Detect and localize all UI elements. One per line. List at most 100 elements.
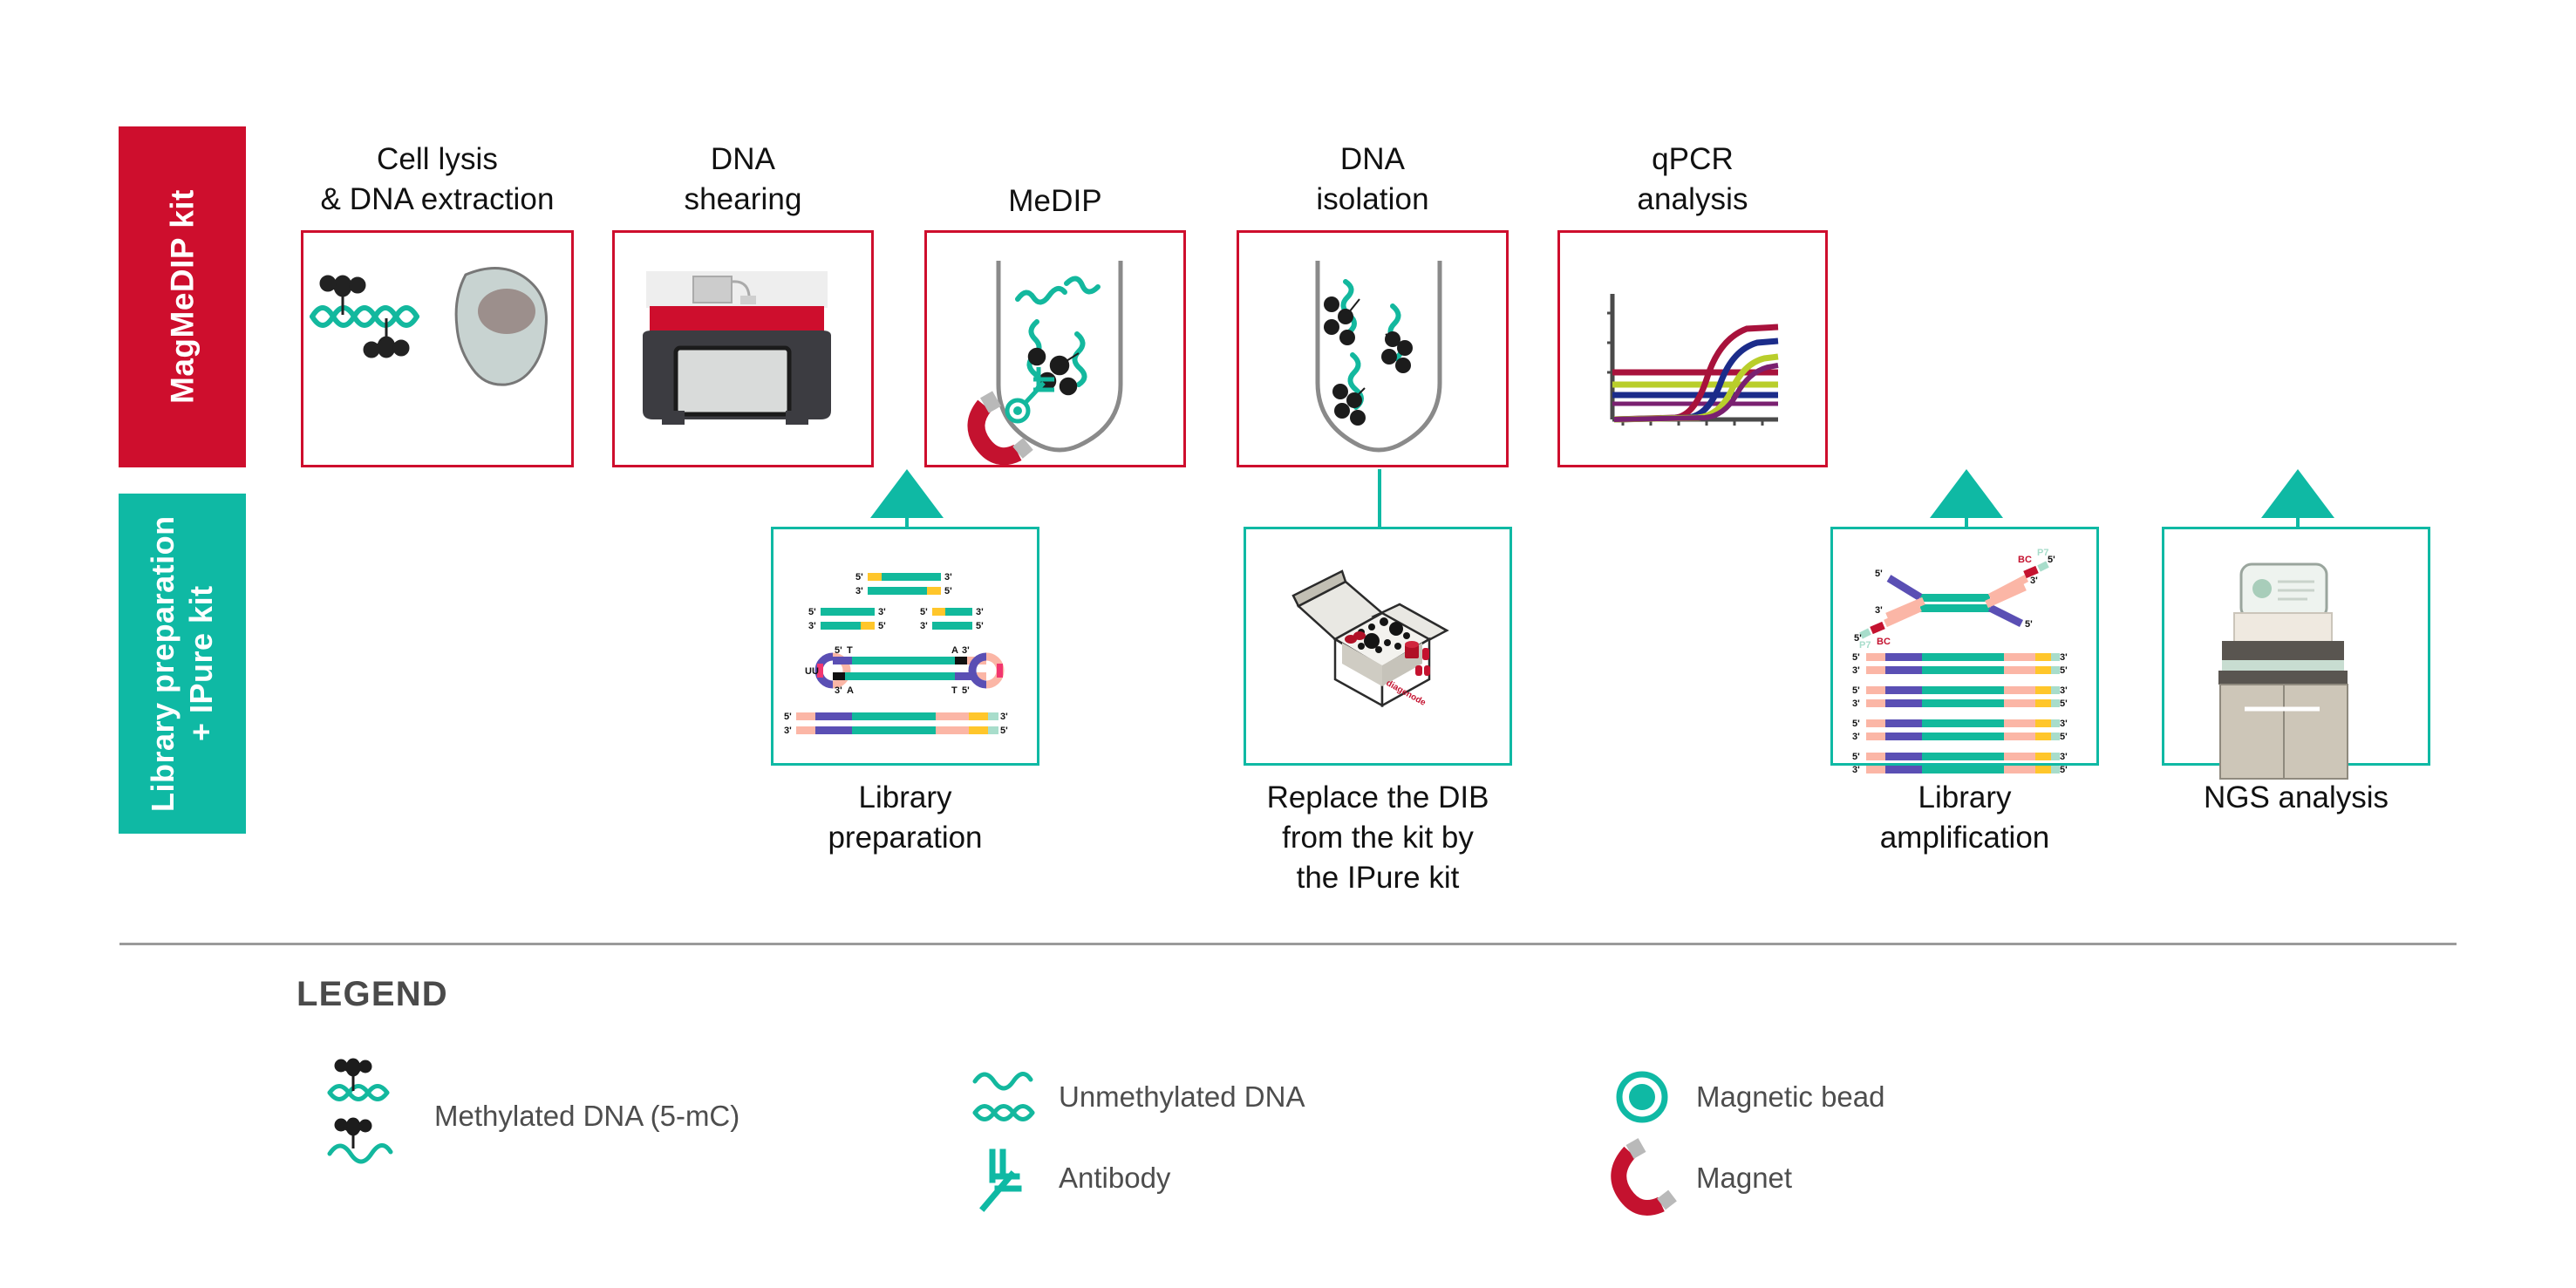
step-qpcr-analysis: qPCR analysis — [1557, 140, 1828, 467]
svg-text:A: A — [847, 685, 854, 696]
legend-title: LEGEND — [296, 975, 448, 1013]
step-library-amplification: 5' 3' 3' 5' 5' 5' BC BC P7 P7 5' 3' 3' 5… — [1830, 527, 2099, 855]
connector-arrow-ngs-analysis — [2261, 469, 2334, 518]
svg-text:3': 3' — [784, 726, 792, 736]
legend-label-unmethylated-dna: Unmethylated DNA — [1059, 1080, 1305, 1113]
svg-text:5': 5' — [2060, 732, 2068, 742]
kit-banner-library-ipure: Library preparation + IPure kit — [119, 494, 246, 834]
step-medip-box — [924, 230, 1186, 467]
legend-label-antibody: Antibody — [1059, 1162, 1171, 1194]
svg-text:T: T — [847, 645, 853, 656]
magnetic-bead-icon — [1600, 1055, 1684, 1139]
svg-text:3': 3' — [855, 586, 863, 596]
svg-text:5': 5' — [1000, 726, 1008, 736]
kit-banner-magmedip: MagMeDIP kit — [119, 126, 246, 467]
svg-text:5': 5' — [976, 621, 984, 631]
step-ngs-analysis: NGS analysis — [2162, 527, 2430, 841]
legend-divider — [119, 943, 2457, 945]
svg-text:5': 5' — [962, 685, 970, 696]
connector-arrow-library-preparation — [870, 469, 944, 518]
svg-text:3': 3' — [1852, 665, 1860, 676]
step-library-preparation: 5' 3' 3' 5' 5' 3' 3' 5' 5' 3' 3' 5' UU 5… — [771, 527, 1039, 855]
svg-text:3': 3' — [2030, 576, 2038, 586]
svg-text:5': 5' — [1852, 719, 1860, 729]
step-dna-shearing-box — [612, 230, 874, 467]
step-dna-isolation-title: DNA isolation — [1316, 142, 1429, 217]
step-ngs-analysis-caption: NGS analysis — [2203, 780, 2389, 814]
step-cell-lysis: Cell lysis & DNA extraction — [301, 140, 574, 467]
svg-text:3': 3' — [1852, 765, 1860, 775]
svg-text:UU: UU — [805, 666, 819, 677]
svg-text:5': 5' — [835, 645, 842, 656]
svg-text:5': 5' — [944, 586, 952, 596]
step-qpcr-analysis-title: qPCR analysis — [1637, 142, 1748, 217]
svg-text:3': 3' — [878, 607, 886, 617]
svg-text:3': 3' — [1875, 605, 1883, 616]
svg-text:5': 5' — [784, 712, 792, 722]
svg-text:5': 5' — [808, 607, 816, 617]
step-cell-lysis-title: Cell lysis & DNA extraction — [320, 142, 555, 217]
step-dna-shearing: DNA shearing — [612, 140, 874, 467]
svg-text:3': 3' — [808, 621, 816, 631]
legend-item-antibody: Antibody — [963, 1136, 1170, 1220]
legend-item-magnetic-bead: Magnetic bead — [1600, 1055, 1884, 1139]
svg-text:5': 5' — [2025, 619, 2033, 630]
step-replace-dib-box: diagenode — [1244, 527, 1512, 766]
step-medip: MeDIP — [924, 140, 1186, 467]
svg-text:3': 3' — [976, 607, 984, 617]
svg-text:3': 3' — [962, 645, 970, 656]
kit-banner-library-ipure-label: Library preparation + IPure kit — [145, 515, 219, 812]
svg-text:3': 3' — [2060, 752, 2068, 762]
step-replace-dib: diagenode Replace the DIB from the kit b… — [1244, 527, 1512, 895]
svg-text:5': 5' — [1875, 569, 1883, 579]
svg-text:3': 3' — [944, 572, 952, 583]
magnet-icon — [1600, 1136, 1684, 1220]
svg-text:5': 5' — [855, 572, 863, 583]
svg-text:3': 3' — [1852, 732, 1860, 742]
svg-text:5': 5' — [878, 621, 886, 631]
step-qpcr-analysis-box — [1557, 230, 1828, 467]
step-library-preparation-caption: Library preparation — [828, 780, 983, 855]
step-ngs-analysis-box — [2162, 527, 2430, 780]
step-cell-lysis-box — [301, 230, 574, 467]
svg-text:5': 5' — [2060, 765, 2068, 775]
svg-text:3': 3' — [1000, 712, 1008, 722]
step-dna-isolation: DNA isolation — [1237, 140, 1509, 467]
legend-item-unmethylated-dna: Unmethylated DNA — [963, 1055, 1305, 1139]
step-dna-shearing-title: DNA shearing — [684, 142, 802, 217]
svg-text:5': 5' — [1852, 685, 1860, 696]
legend-label-magnet: Magnet — [1696, 1162, 1793, 1194]
svg-text:3': 3' — [835, 685, 842, 696]
svg-text:P7: P7 — [1859, 640, 1871, 651]
svg-text:5': 5' — [2060, 665, 2068, 676]
svg-text:5': 5' — [1852, 652, 1860, 663]
kit-banner-magmedip-label: MagMeDIP kit — [164, 189, 201, 405]
step-replace-dib-caption: Replace the DIB from the kit by the IPur… — [1266, 780, 1489, 896]
legend-item-methylated-dna: Methylated DNA (5-mC) — [312, 1051, 739, 1182]
svg-text:3': 3' — [2060, 685, 2068, 696]
svg-text:3': 3' — [2060, 719, 2068, 729]
svg-text:P7: P7 — [2037, 548, 2048, 558]
svg-text:A: A — [951, 645, 958, 656]
step-dna-isolation-box — [1237, 230, 1509, 467]
step-library-amplification-caption: Library amplification — [1879, 780, 2050, 855]
step-library-preparation-box: 5' 3' 3' 5' 5' 3' 3' 5' 5' 3' 3' 5' UU 5… — [771, 527, 1039, 766]
step-library-amplification-box: 5' 3' 3' 5' 5' 5' BC BC P7 P7 5' 3' 3' 5… — [1830, 527, 2099, 775]
antibody-icon — [963, 1136, 1046, 1220]
unmethylated-dna-icon — [963, 1055, 1046, 1139]
methylated-dna-icon — [312, 1051, 434, 1182]
svg-text:3': 3' — [2060, 652, 2068, 663]
svg-text:3': 3' — [1852, 699, 1860, 709]
svg-text:5': 5' — [1852, 752, 1860, 762]
svg-text:5': 5' — [920, 607, 928, 617]
legend-label-magnetic-bead: Magnetic bead — [1696, 1080, 1885, 1113]
connector-arrow-library-amplification — [1930, 469, 2003, 518]
svg-text:3': 3' — [920, 621, 928, 631]
svg-text:T: T — [951, 685, 957, 696]
svg-text:5': 5' — [2060, 699, 2068, 709]
step-medip-title: MeDIP — [1008, 184, 1102, 218]
legend-label-methylated-dna: Methylated DNA (5-mC) — [434, 1100, 740, 1132]
legend-item-magnet: Magnet — [1600, 1136, 1792, 1220]
svg-text:BC: BC — [1877, 637, 1891, 647]
svg-text:BC: BC — [2018, 555, 2032, 565]
